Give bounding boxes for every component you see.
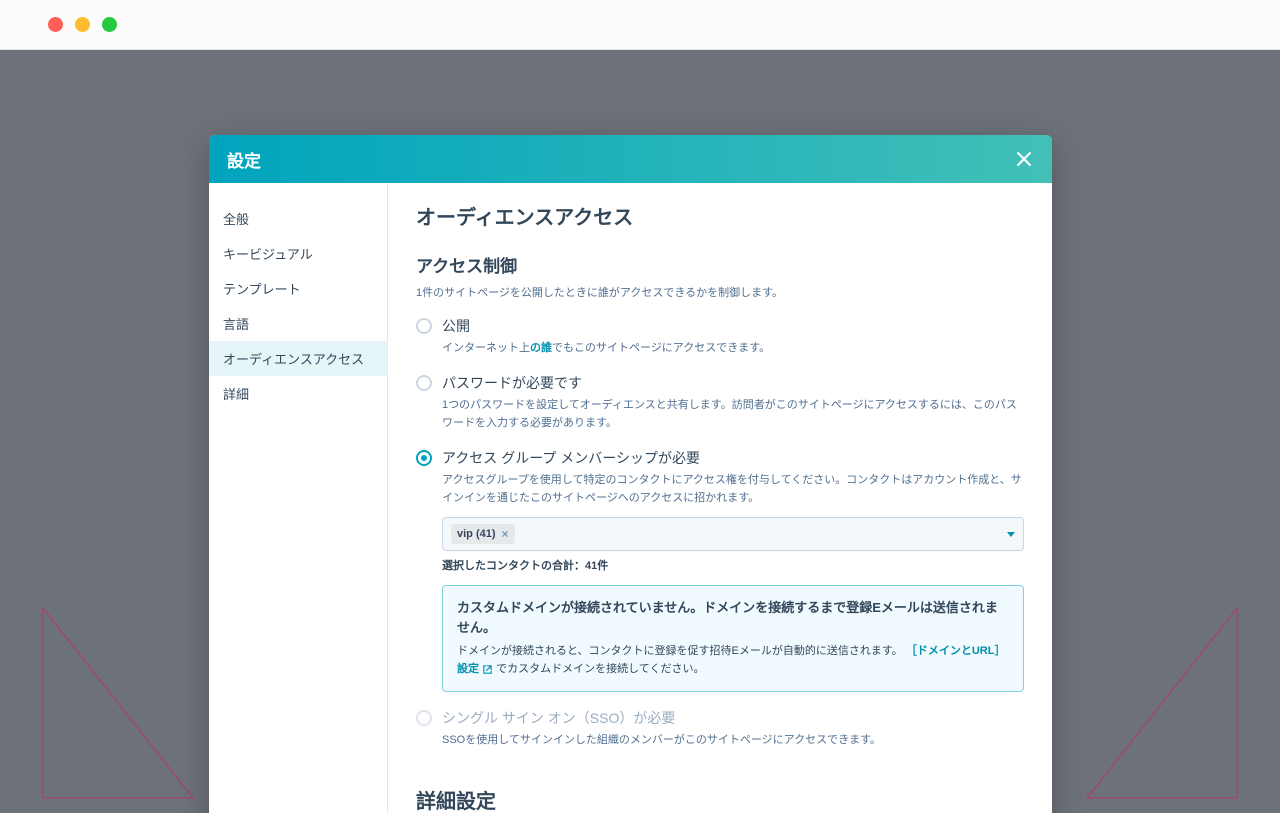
- traffic-light-close[interactable]: [48, 17, 63, 32]
- domain-warning-body: ドメインが接続されると、コンタクトに登録を促す招待Eメールが自動的に送信されます…: [457, 643, 1009, 678]
- decorative-triangle-left: [38, 603, 198, 803]
- radio-icon-disabled: [416, 710, 432, 726]
- page-backdrop: 設定 全般 キービジュアル テンプレート 言語 オーディエンスアクセス 詳細 オ…: [0, 50, 1280, 813]
- selected-tag-chip: vip (41) ×: [451, 524, 515, 544]
- option-group-row[interactable]: アクセス グループ メンバーシップが必要: [416, 448, 1024, 468]
- remove-tag-icon[interactable]: ×: [502, 527, 509, 541]
- sidebar-item-details[interactable]: 詳細: [209, 376, 387, 411]
- radio-icon: [416, 375, 432, 391]
- option-group: アクセス グループ メンバーシップが必要 アクセスグループを使用して特定のコンタ…: [416, 448, 1024, 691]
- close-button[interactable]: [1014, 149, 1034, 169]
- access-group-select[interactable]: vip (41) ×: [442, 517, 1024, 551]
- modal-body: 全般 キービジュアル テンプレート 言語 オーディエンスアクセス 詳細 オーディ…: [209, 183, 1052, 813]
- decorative-triangle-right: [1082, 603, 1242, 803]
- traffic-light-minimize[interactable]: [75, 17, 90, 32]
- option-group-desc: アクセスグループを使用して特定のコンタクトにアクセス権を付与してください。コンタ…: [442, 472, 1024, 507]
- option-sso-row: シングル サイン オン（SSO）が必要: [416, 708, 1024, 728]
- option-public-desc: インターネット上の誰でもこのサイトページにアクセスできます。: [442, 340, 1024, 358]
- radio-icon-selected: [416, 450, 432, 466]
- external-link-icon: [482, 664, 493, 675]
- option-password: パスワードが必要です 1つのパスワードを設定してオーディエンスと共有します。訪問…: [416, 373, 1024, 432]
- close-icon: [1016, 151, 1032, 167]
- selected-count: 選択したコンタクトの合計：41件: [442, 557, 1024, 573]
- selected-tag-label: vip (41): [457, 528, 496, 540]
- settings-sidebar: 全般 キービジュアル テンプレート 言語 オーディエンスアクセス 詳細: [209, 183, 388, 813]
- option-group-label: アクセス グループ メンバーシップが必要: [442, 448, 700, 468]
- sidebar-item-general[interactable]: 全般: [209, 201, 387, 236]
- sidebar-item-language[interactable]: 言語: [209, 306, 387, 341]
- traffic-light-zoom[interactable]: [102, 17, 117, 32]
- option-sso-desc: SSOを使用してサインインした組織のメンバーがこのサイトページにアクセスできます…: [442, 732, 1024, 750]
- modal-title: 設定: [227, 147, 261, 172]
- sidebar-item-audience-access[interactable]: オーディエンスアクセス: [209, 341, 387, 376]
- option-sso-label: シングル サイン オン（SSO）が必要: [442, 708, 675, 728]
- option-password-desc: 1つのパスワードを設定してオーディエンスと共有します。訪問者がこのサイトページに…: [442, 397, 1024, 432]
- chevron-down-icon: [1007, 532, 1015, 537]
- domain-warning-title: カスタムドメインが接続されていません。ドメインを接続するまで登録Eメールは送信さ…: [457, 598, 1009, 637]
- access-control-heading: アクセス制御: [416, 252, 1024, 277]
- option-sso: シングル サイン オン（SSO）が必要 SSOを使用してサインインした組織のメン…: [416, 708, 1024, 750]
- radio-icon: [416, 318, 432, 334]
- sidebar-item-template[interactable]: テンプレート: [209, 271, 387, 306]
- advanced-heading: 詳細設定: [416, 785, 1024, 813]
- settings-main: オーディエンスアクセス アクセス制御 1件のサイトページを公開したときに誰がアク…: [388, 183, 1052, 813]
- public-desc-link[interactable]: の誰: [530, 342, 552, 354]
- option-password-label: パスワードが必要です: [442, 373, 582, 393]
- option-public-label: 公開: [442, 316, 470, 336]
- access-control-sub: 1件のサイトページを公開したときに誰がアクセスできるかを制御します。: [416, 285, 1024, 302]
- option-password-row[interactable]: パスワードが必要です: [416, 373, 1024, 393]
- sidebar-item-key-visual[interactable]: キービジュアル: [209, 236, 387, 271]
- page-heading: オーディエンスアクセス: [416, 201, 1024, 230]
- modal-header: 設定: [209, 135, 1052, 183]
- option-public: 公開 インターネット上の誰でもこのサイトページにアクセスできます。: [416, 316, 1024, 358]
- domain-warning-box: カスタムドメインが接続されていません。ドメインを接続するまで登録Eメールは送信さ…: [442, 585, 1024, 691]
- option-public-row[interactable]: 公開: [416, 316, 1024, 336]
- window-titlebar: [0, 0, 1280, 50]
- settings-modal: 設定 全般 キービジュアル テンプレート 言語 オーディエンスアクセス 詳細 オ…: [209, 135, 1052, 813]
